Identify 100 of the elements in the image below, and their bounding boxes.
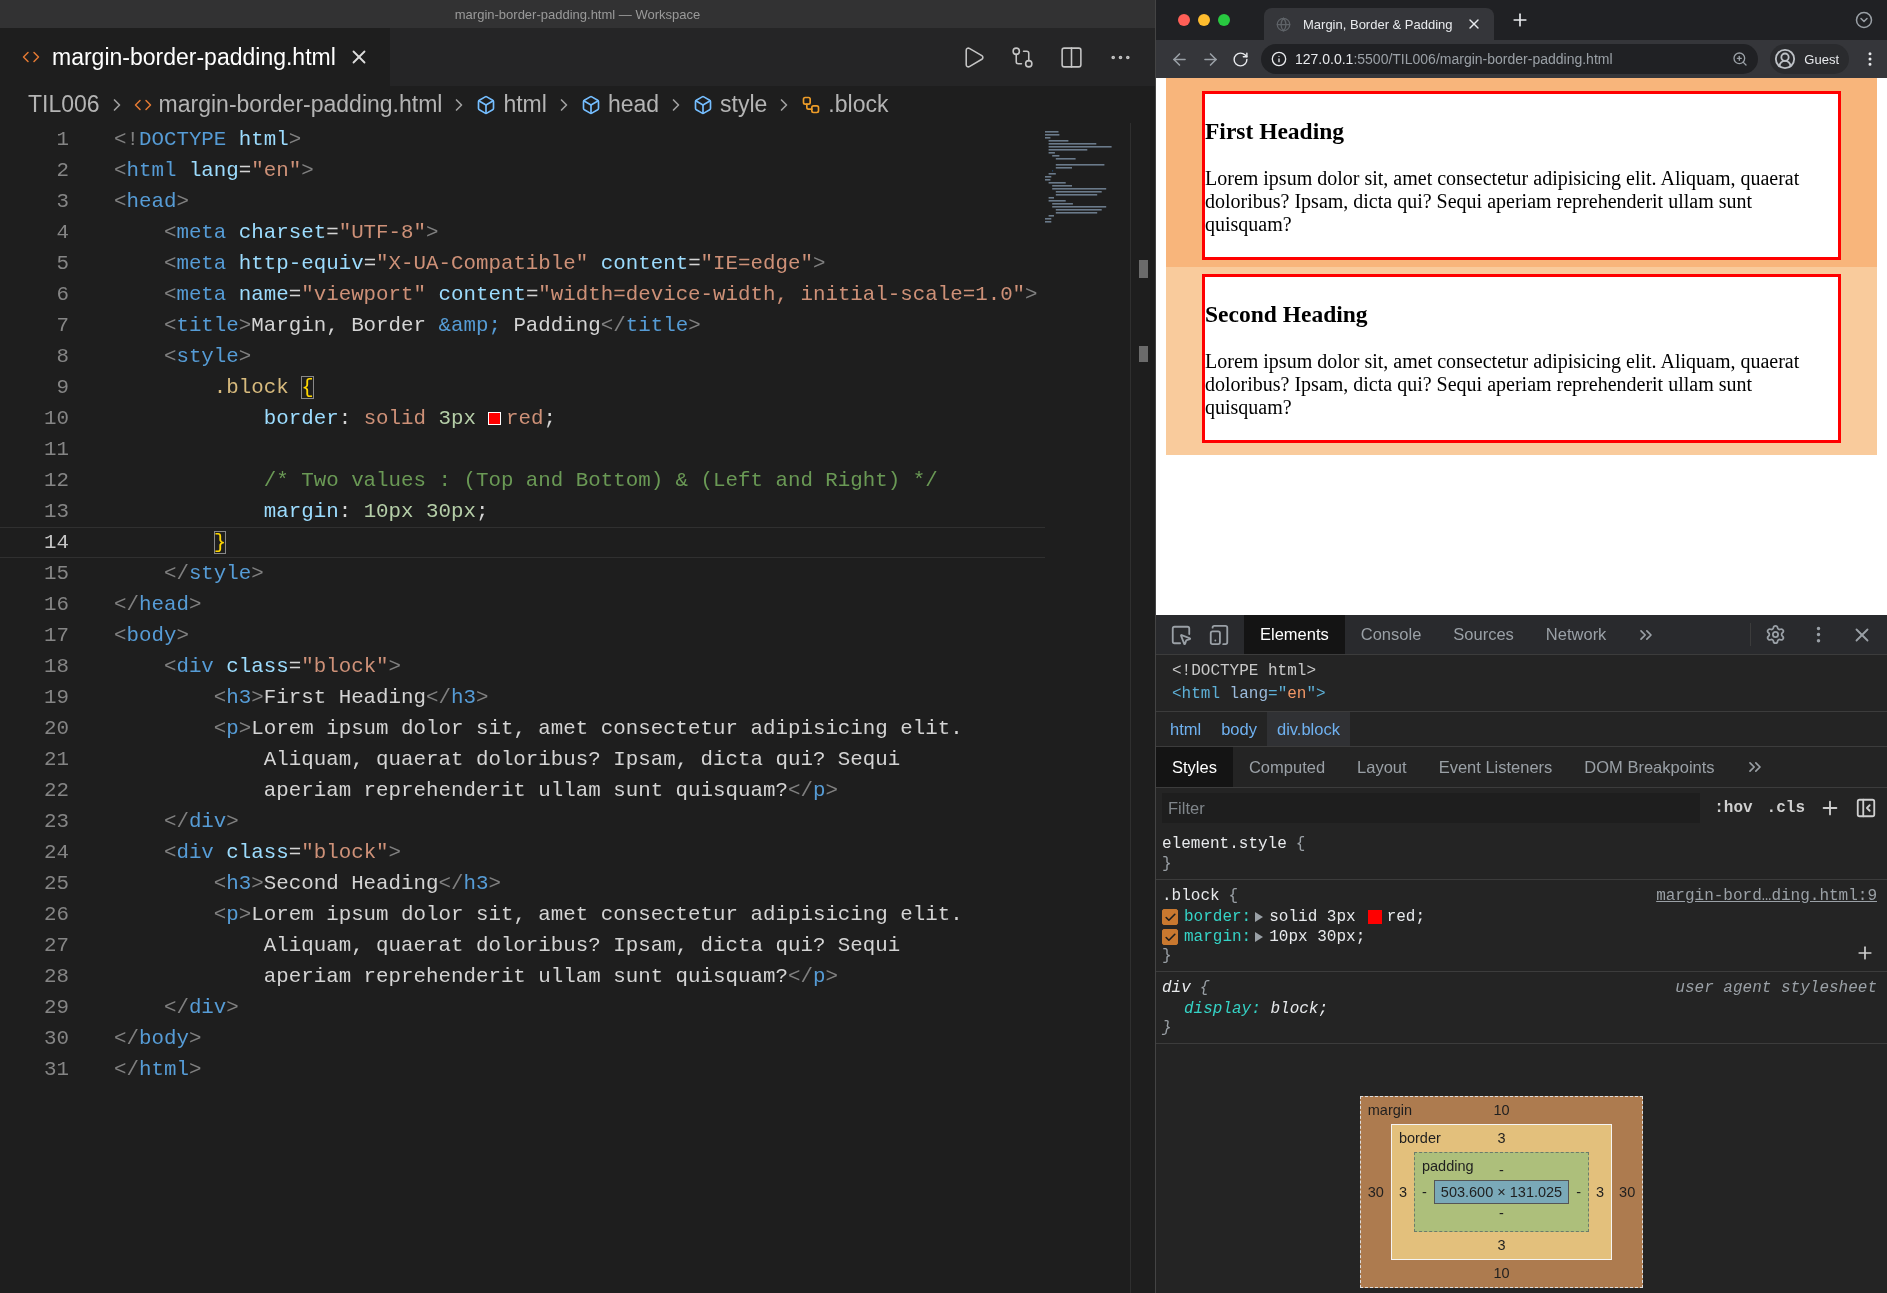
- line-number: 5: [55, 252, 69, 275]
- css-selector: element.style: [1162, 835, 1287, 853]
- breadcrumb[interactable]: style: [720, 91, 768, 118]
- split-editor-icon[interactable]: [1059, 44, 1084, 70]
- code-line: <meta http-equiv="X-UA-Compatible" content="IE=edge">: [163, 252, 826, 275]
- scrollbar-thumb[interactable]: [1138, 346, 1148, 362]
- breadcrumb[interactable]: .block: [828, 91, 889, 118]
- line-number: 20: [43, 717, 69, 740]
- url-text: 127.0.0.1:5500/TIL006/margin-border-padding.html: [1295, 51, 1614, 67]
- device-toolbar-icon[interactable]: [1208, 623, 1230, 646]
- maximize-window-button[interactable]: [1218, 14, 1230, 26]
- css-selector: div: [1162, 979, 1191, 997]
- avatar-icon: [1774, 48, 1797, 70]
- line-number: 12: [43, 469, 69, 492]
- breadcrumb[interactable]: TIL006: [28, 91, 100, 118]
- breadcrumb[interactable]: margin-border-padding.html: [158, 91, 443, 118]
- devtools-tab[interactable]: Network: [1529, 615, 1623, 654]
- compare-icon[interactable]: [1010, 44, 1035, 70]
- settings-icon[interactable]: [1765, 624, 1786, 645]
- address-bar[interactable]: 127.0.0.1:5500/TIL006/margin-border-padding.html: [1261, 44, 1759, 74]
- css-selector: .block: [1162, 887, 1220, 905]
- scrollbar-thumb[interactable]: [1138, 260, 1148, 278]
- code-line: <title>Margin, Border &amp; Padding</title>: [163, 314, 701, 337]
- code-line: </head>: [114, 593, 202, 616]
- source-link[interactable]: margin-bord…ding.html:9: [1656, 887, 1877, 905]
- zoom-icon[interactable]: [1732, 51, 1749, 67]
- box-value: -: [1575, 1184, 1582, 1200]
- line-number: 28: [43, 965, 69, 988]
- code-line: <div class="block">: [163, 655, 402, 678]
- box-value: 10: [1493, 1264, 1510, 1283]
- code-line: }: [213, 531, 227, 554]
- cube-icon: [476, 94, 497, 115]
- checkbox[interactable]: [1162, 909, 1178, 925]
- close-window-button[interactable]: [1178, 14, 1190, 26]
- window-title: margin-border-padding.html — Workspace: [454, 6, 701, 22]
- block-paragraph: Lorem ipsum dolor sit, amet consectetur adipisicing elit. Aliquam, quaerat doloribus? Ipsam, dicta qui? Sequi aperiam reprehenderit ullam sunt quisquam?: [1205, 350, 1801, 419]
- line-number: 9: [55, 376, 69, 399]
- breadcrumb[interactable]: html: [503, 91, 547, 118]
- box-value: -: [1499, 1161, 1504, 1180]
- brace: {: [1228, 887, 1239, 905]
- code-line: .block {: [213, 376, 314, 399]
- code-line: </body>: [114, 1027, 202, 1050]
- box-value: 3: [1497, 1236, 1506, 1255]
- code-line: margin: 10px 30px;: [263, 500, 489, 523]
- styles-tab[interactable]: Layout: [1341, 747, 1423, 787]
- code-line: </style>: [163, 562, 264, 585]
- color-swatch-icon[interactable]: [1367, 910, 1382, 924]
- code-line: <!DOCTYPE html>: [114, 128, 302, 151]
- css-property: border:: [1184, 908, 1252, 926]
- devtools-tab[interactable]: Sources: [1437, 615, 1530, 654]
- line-number: 30: [43, 1027, 69, 1050]
- line-number: 27: [43, 934, 69, 957]
- minimize-window-button[interactable]: [1198, 14, 1210, 26]
- reload-icon[interactable]: [1232, 50, 1249, 68]
- line-number: 25: [43, 872, 69, 895]
- line-number: 4: [55, 221, 69, 244]
- line-number: 24: [43, 841, 69, 864]
- line-number: 16: [43, 593, 69, 616]
- css-property: display:: [1184, 1000, 1261, 1018]
- line-number: 13: [43, 500, 69, 523]
- code-line: </html>: [114, 1058, 202, 1081]
- inspect-icon[interactable]: [1170, 623, 1192, 646]
- breadcrumb[interactable]: div.block: [1266, 712, 1350, 746]
- devtools-tab[interactable]: Console: [1344, 615, 1438, 654]
- line-number: 8: [55, 345, 69, 368]
- block-heading: First Heading: [1205, 118, 1346, 145]
- dom-node[interactable]: <!DOCTYPE html>: [1172, 660, 1871, 683]
- breadcrumb[interactable]: html: [1160, 712, 1212, 746]
- source-label: user agent stylesheet: [1675, 979, 1877, 997]
- styles-tab[interactable]: Computed: [1232, 747, 1342, 787]
- styles-tab[interactable]: DOM Breakpoints: [1568, 747, 1731, 787]
- line-number: 14: [43, 531, 69, 554]
- brace: {: [1295, 835, 1306, 853]
- box-value: -: [1499, 1204, 1504, 1223]
- breadcrumb[interactable]: head: [607, 91, 660, 118]
- devtools-tab[interactable]: Elements: [1244, 615, 1345, 654]
- line-number: 11: [43, 438, 69, 461]
- box-value: 3: [1497, 1129, 1506, 1148]
- checkbox[interactable]: [1162, 929, 1178, 945]
- tab-search-icon[interactable]: [1855, 11, 1873, 29]
- info-icon: [1271, 51, 1287, 67]
- code-line: <p>Lorem ipsum dolor sit, amet consectetur adipisicing elit.: [213, 903, 963, 926]
- filter-field[interactable]: Filter: [1162, 793, 1701, 823]
- content-size: 503.600 × 131.025: [1433, 1180, 1570, 1204]
- profile-button[interactable]: Guest: [1770, 44, 1849, 74]
- code-line: <h3>First Heading</h3>: [213, 686, 489, 709]
- sidebar-toggle-icon[interactable]: [1855, 797, 1877, 819]
- styles-tab[interactable]: Styles: [1156, 747, 1233, 787]
- code-line: Aliquam, quaerat doloribus? Ipsam, dicta qui? Sequi: [263, 934, 901, 957]
- line-number: 10: [43, 407, 69, 430]
- box-value: -: [1420, 1184, 1428, 1200]
- cls-button[interactable]: .cls: [1766, 799, 1805, 817]
- brace: }: [1162, 855, 1172, 873]
- breadcrumb[interactable]: body: [1211, 712, 1267, 746]
- styles-tab[interactable]: Event Listeners: [1422, 747, 1569, 787]
- dom-node[interactable]: <html lang="en">: [1172, 683, 1871, 706]
- code-line: <meta charset="UTF-8">: [163, 221, 439, 244]
- browser-tab[interactable]: Margin, Border & Padding: [1264, 8, 1494, 40]
- editor-tab[interactable]: margin-border-padding.html: [0, 28, 390, 86]
- hov-button[interactable]: :hov: [1714, 799, 1753, 817]
